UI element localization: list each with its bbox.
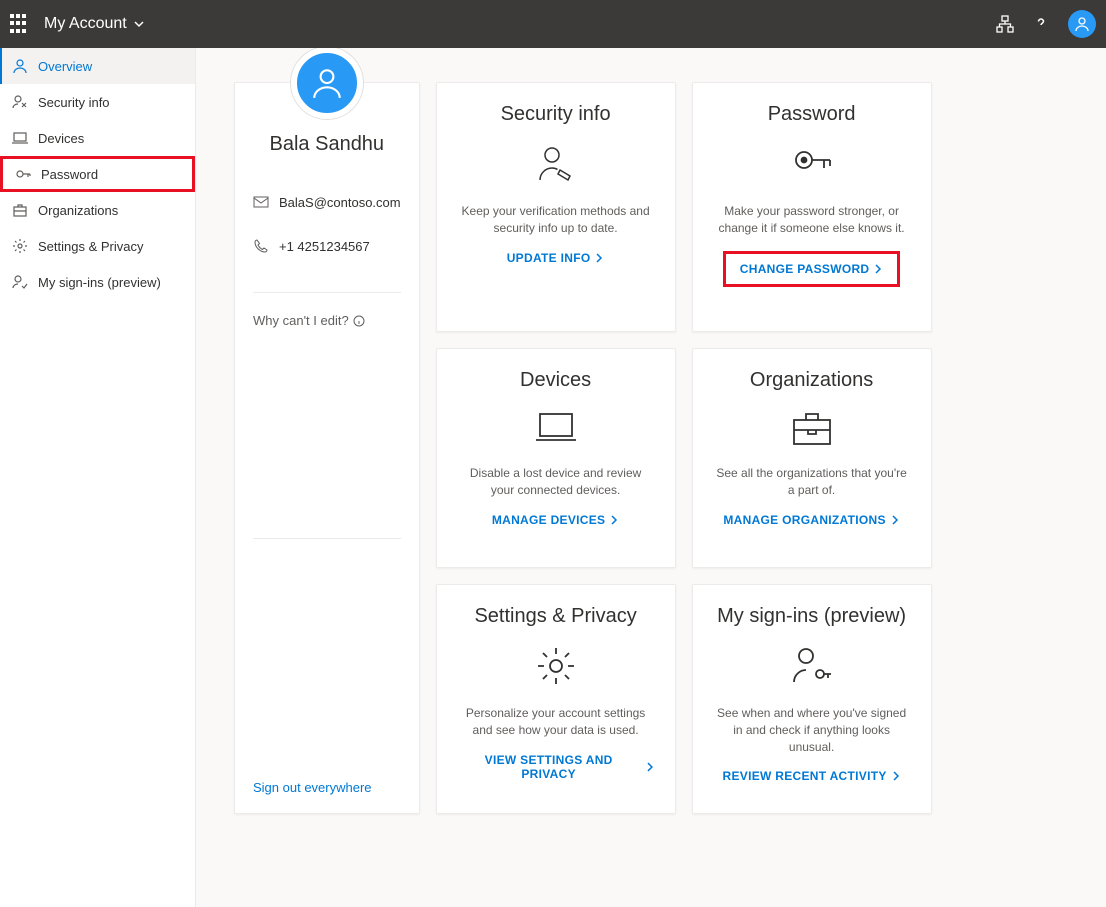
sidebar-item-label: Overview (38, 59, 92, 74)
card-title: My sign-ins (preview) (717, 605, 906, 628)
briefcase-icon (12, 202, 28, 218)
card-description: Disable a lost device and review your co… (457, 465, 655, 499)
sidebar-item-password[interactable]: Password (0, 156, 195, 192)
sidebar-item-label: Devices (38, 131, 84, 146)
profile-avatar (291, 48, 363, 119)
review-recent-activity-button[interactable]: REVIEW RECENT ACTIVITY (723, 769, 901, 783)
card-description: Make your password stronger, or change i… (713, 203, 911, 237)
organizations-card: Organizations See all the organizations … (692, 348, 932, 568)
sidebar: Overview Security info Devices Password … (0, 48, 196, 907)
mail-icon (253, 194, 269, 210)
my-signins-card: My sign-ins (preview) See when and where… (692, 584, 932, 814)
phone-icon (253, 238, 269, 254)
sidebar-item-label: Security info (38, 95, 110, 110)
gear-card-icon (534, 644, 578, 693)
signin-icon (12, 274, 28, 290)
divider (253, 292, 401, 293)
sidebar-item-label: Password (41, 167, 98, 182)
manage-organizations-button[interactable]: MANAGE ORGANIZATIONS (723, 513, 899, 527)
app-title: My Account (44, 15, 127, 33)
card-description: See when and where you've signed in and … (713, 705, 911, 755)
settings-privacy-card: Settings & Privacy Personalize your acco… (436, 584, 676, 814)
password-card: Password Make your password stronger, or… (692, 82, 932, 332)
briefcase-card-icon (790, 408, 834, 453)
security-icon (12, 94, 28, 110)
security-info-card: Security info Keep your verification met… (436, 82, 676, 332)
gear-icon (12, 238, 28, 254)
profile-email: BalaS@contoso.com (279, 195, 401, 210)
divider (253, 538, 401, 539)
view-settings-privacy-button[interactable]: VIEW SETTINGS AND PRIVACY (457, 753, 655, 781)
laptop-icon (12, 130, 28, 146)
security-card-icon (534, 142, 578, 191)
chevron-right-icon (609, 515, 619, 525)
card-title: Security info (501, 103, 611, 126)
sidebar-item-organizations[interactable]: Organizations (0, 192, 195, 228)
card-description: Personalize your account settings and se… (457, 705, 655, 739)
card-title: Organizations (750, 369, 873, 392)
profile-name: Bala Sandhu (253, 133, 401, 156)
profile-card: Bala Sandhu BalaS@contoso.com +1 4251234… (234, 82, 420, 814)
app-title-dropdown[interactable]: My Account (44, 15, 145, 33)
sidebar-item-label: Settings & Privacy (38, 239, 144, 254)
card-title: Settings & Privacy (474, 605, 636, 628)
info-icon (353, 315, 365, 327)
help-icon[interactable] (1032, 15, 1050, 33)
user-avatar[interactable] (1068, 10, 1096, 38)
sidebar-item-settings-privacy[interactable]: Settings & Privacy (0, 228, 195, 264)
chevron-right-icon (594, 253, 604, 263)
sidebar-item-my-signins[interactable]: My sign-ins (preview) (0, 264, 195, 300)
chevron-down-icon (133, 18, 145, 30)
card-title: Devices (520, 369, 591, 392)
devices-card: Devices Disable a lost device and review… (436, 348, 676, 568)
sign-out-everywhere-link[interactable]: Sign out everywhere (253, 780, 401, 795)
chevron-right-icon (873, 264, 883, 274)
sidebar-item-label: My sign-ins (preview) (38, 275, 161, 290)
chevron-right-icon (645, 762, 655, 772)
key-icon (15, 166, 31, 182)
topbar: My Account (0, 0, 1106, 48)
card-description: See all the organizations that you're a … (713, 465, 911, 499)
laptop-card-icon (532, 408, 580, 453)
key-card-icon (790, 142, 834, 191)
main-content: Bala Sandhu BalaS@contoso.com +1 4251234… (196, 48, 1106, 907)
card-description: Keep your verification methods and secur… (457, 203, 655, 237)
org-structure-icon[interactable] (996, 15, 1014, 33)
app-launcher-icon[interactable] (10, 14, 30, 34)
sidebar-item-overview[interactable]: Overview (0, 48, 195, 84)
profile-phone-row: +1 4251234567 (253, 238, 401, 254)
why-cant-edit-link[interactable]: Why can't I edit? (253, 313, 401, 328)
sidebar-item-security-info[interactable]: Security info (0, 84, 195, 120)
sidebar-item-label: Organizations (38, 203, 118, 218)
chevron-right-icon (891, 771, 901, 781)
manage-devices-button[interactable]: MANAGE DEVICES (492, 513, 620, 527)
sidebar-item-devices[interactable]: Devices (0, 120, 195, 156)
update-info-button[interactable]: UPDATE INFO (507, 251, 605, 265)
profile-email-row: BalaS@contoso.com (253, 194, 401, 210)
change-password-button[interactable]: CHANGE PASSWORD (723, 251, 901, 287)
card-title: Password (768, 103, 856, 126)
chevron-right-icon (890, 515, 900, 525)
profile-phone: +1 4251234567 (279, 239, 370, 254)
person-icon (12, 58, 28, 74)
signin-card-icon (790, 644, 834, 693)
